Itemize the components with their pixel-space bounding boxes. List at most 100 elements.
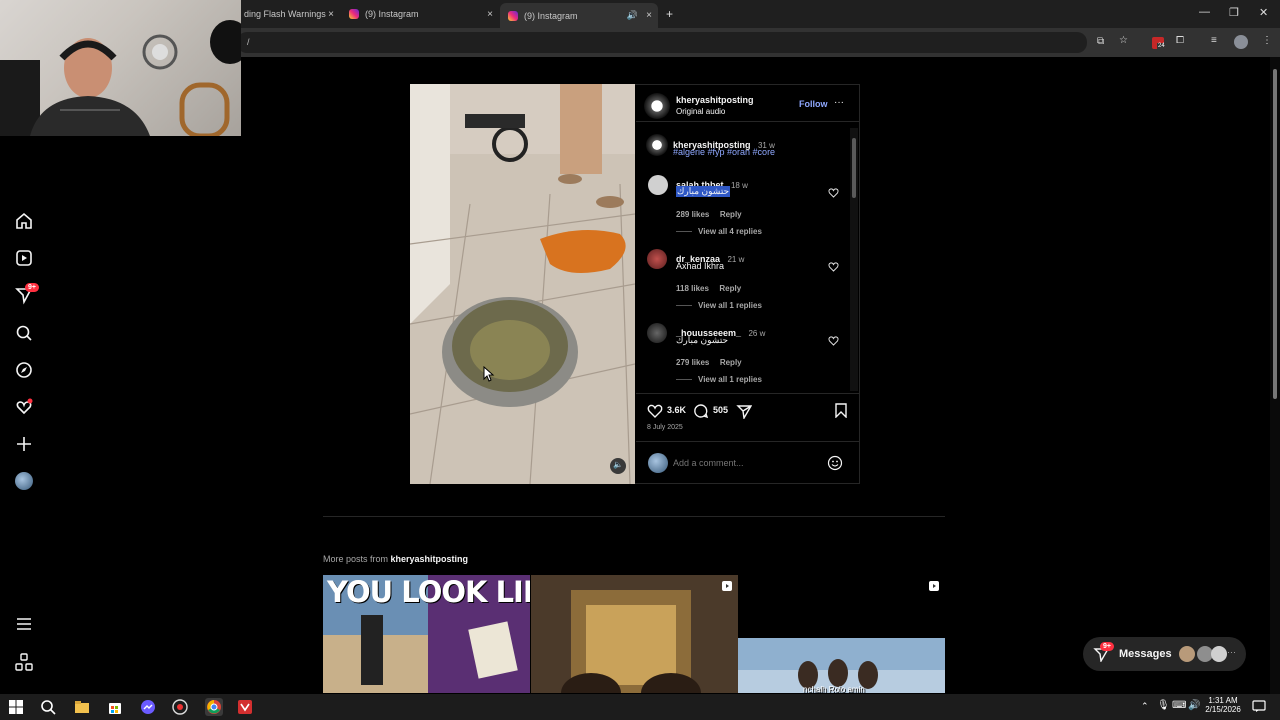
instagram-favicon-icon <box>349 9 359 19</box>
comment-likes[interactable]: 279 likes <box>676 358 709 367</box>
install-app-icon[interactable]: ⧉ <box>1097 36 1104 47</box>
store-icon[interactable] <box>107 699 123 715</box>
network-icon[interactable]: ⌨ <box>1172 700 1186 711</box>
like-count[interactable]: 3.6K <box>667 405 686 415</box>
share-icon[interactable] <box>736 403 752 419</box>
taskbar-search-icon[interactable] <box>40 699 56 715</box>
extensions-puzzle-icon[interactable]: ⧠ <box>1176 35 1184 46</box>
close-tab-icon[interactable]: × <box>487 9 493 20</box>
reply-button[interactable]: Reply <box>720 210 742 219</box>
comment-like-heart-icon[interactable] <box>828 187 839 198</box>
view-replies-label: View all 1 replies <box>698 375 762 384</box>
close-tab-icon[interactable]: × <box>646 10 652 21</box>
also-from-meta-icon[interactable] <box>14 652 34 672</box>
conversation-avatar <box>1179 646 1195 662</box>
comment-count[interactable]: 505 <box>713 405 728 415</box>
more-menu-icon[interactable] <box>14 614 34 634</box>
audio-label[interactable]: Original audio <box>676 107 725 116</box>
browser-tab[interactable]: (9) Instagram × <box>341 3 499 25</box>
red-app-icon[interactable] <box>237 699 253 715</box>
new-tab-button[interactable]: + <box>666 7 673 21</box>
chrome-taskbar-icon[interactable] <box>205 698 223 716</box>
view-replies-label: View all 1 replies <box>698 301 762 310</box>
comment-likes[interactable]: 289 likes <box>676 210 709 219</box>
minimize-icon[interactable]: — <box>1199 6 1210 18</box>
notification-center-icon[interactable] <box>1252 699 1266 713</box>
create-plus-icon[interactable] <box>14 434 34 454</box>
extension-badge: 24 <box>1157 43 1166 49</box>
profile-avatar[interactable] <box>1234 35 1248 49</box>
home-icon[interactable] <box>14 211 34 231</box>
comment-bubble-icon[interactable] <box>693 403 709 419</box>
emoji-picker-icon[interactable] <box>827 455 843 471</box>
more-posts-username[interactable]: kheryashitposting <box>391 554 469 564</box>
view-replies-button[interactable]: View all 4 replies <box>676 227 762 236</box>
conversation-avatar <box>1211 646 1227 662</box>
clock[interactable]: 1:31 AM 2/15/2026 <box>1203 696 1243 714</box>
messages-button[interactable]: 9+ Messages ··· <box>1083 637 1246 671</box>
direct-messages-icon[interactable]: 9+ <box>14 283 39 305</box>
speaker-icon[interactable]: 🔊 <box>627 10 638 21</box>
comment-like-heart-icon[interactable] <box>828 261 839 272</box>
view-replies-button[interactable]: View all 1 replies <box>676 375 762 384</box>
messages-label: Messages <box>1119 648 1172 660</box>
tray-overflow-icon[interactable]: ⌃ <box>1141 701 1149 712</box>
author-avatar[interactable] <box>644 93 670 119</box>
browser-tab-active[interactable]: (9) Instagram 🔊 × <box>500 3 658 28</box>
reply-button[interactable]: Reply <box>719 284 741 293</box>
comments-scrollbar[interactable] <box>850 128 858 391</box>
author-username[interactable]: kheryashitposting <box>676 95 754 105</box>
search-icon[interactable] <box>14 323 34 343</box>
comment-avatar[interactable] <box>648 175 668 195</box>
divider <box>636 121 859 122</box>
clock-date: 2/15/2026 <box>1205 705 1241 714</box>
notifications-heart-icon[interactable] <box>14 397 34 417</box>
comment-likes[interactable]: 118 likes <box>676 284 709 293</box>
more-post-thumbnail[interactable]: YOU LOOK LIKE TH <box>323 575 530 693</box>
mute-toggle-icon[interactable]: 🔈 <box>613 460 623 469</box>
messenger-app-icon[interactable] <box>140 699 156 715</box>
more-options-icon[interactable]: ··· <box>834 97 844 108</box>
caption-avatar[interactable] <box>646 134 668 156</box>
reels-icon[interactable] <box>14 248 34 268</box>
recorder-app-icon[interactable] <box>172 699 188 715</box>
scrollbar-thumb[interactable] <box>852 138 856 198</box>
view-replies-button[interactable]: View all 1 replies <box>676 301 762 310</box>
comment-avatar[interactable] <box>647 249 667 269</box>
more-post-thumbnail[interactable]: nchalh Rolo amin <box>738 575 945 693</box>
address-bar[interactable]: / <box>237 32 1087 53</box>
windows-start-icon[interactable] <box>8 699 24 715</box>
save-bookmark-icon[interactable] <box>834 403 848 418</box>
page-scrollbar[interactable] <box>1270 57 1280 694</box>
close-tab-icon[interactable]: × <box>328 9 334 20</box>
restore-icon[interactable]: ❐ <box>1229 6 1239 19</box>
profile-avatar-nav[interactable] <box>15 472 33 490</box>
post-date: 8 July 2025 <box>647 424 683 431</box>
explore-compass-icon[interactable] <box>14 360 34 380</box>
follow-button[interactable]: Follow <box>799 99 828 109</box>
comment-like-heart-icon[interactable] <box>828 335 839 346</box>
reply-button[interactable]: Reply <box>720 358 742 367</box>
webcam-overlay <box>0 0 241 136</box>
reel-indicator-icon <box>928 580 940 592</box>
notification-badge: 9+ <box>25 283 39 292</box>
like-heart-icon[interactable] <box>647 403 663 418</box>
caption-hashtags[interactable]: #algerie #fyp #oran #core <box>673 147 775 157</box>
extension-icon[interactable]: 24 <box>1151 36 1166 50</box>
volume-icon[interactable]: 🔊 <box>1188 700 1200 711</box>
close-window-icon[interactable]: ✕ <box>1259 6 1268 19</box>
windows-taskbar <box>0 694 1280 720</box>
media-control-icon[interactable]: ≡ <box>1211 35 1217 46</box>
post-video[interactable]: 🔈 <box>410 84 635 484</box>
browser-tab[interactable]: ding Flash Warnings × <box>236 3 340 25</box>
more-post-thumbnail[interactable] <box>531 575 738 693</box>
microphone-icon[interactable]: 🎙 <box>1157 700 1170 711</box>
browser-menu-icon[interactable]: ⋮ <box>1262 35 1272 46</box>
comment-avatar[interactable] <box>647 323 667 343</box>
instagram-favicon-icon <box>508 10 518 21</box>
video-frame-image <box>410 84 635 484</box>
add-comment-input[interactable] <box>673 455 818 471</box>
page-scrollbar-thumb[interactable] <box>1273 69 1277 399</box>
file-explorer-icon[interactable] <box>74 699 90 715</box>
bookmark-star-icon[interactable]: ☆ <box>1119 35 1128 46</box>
